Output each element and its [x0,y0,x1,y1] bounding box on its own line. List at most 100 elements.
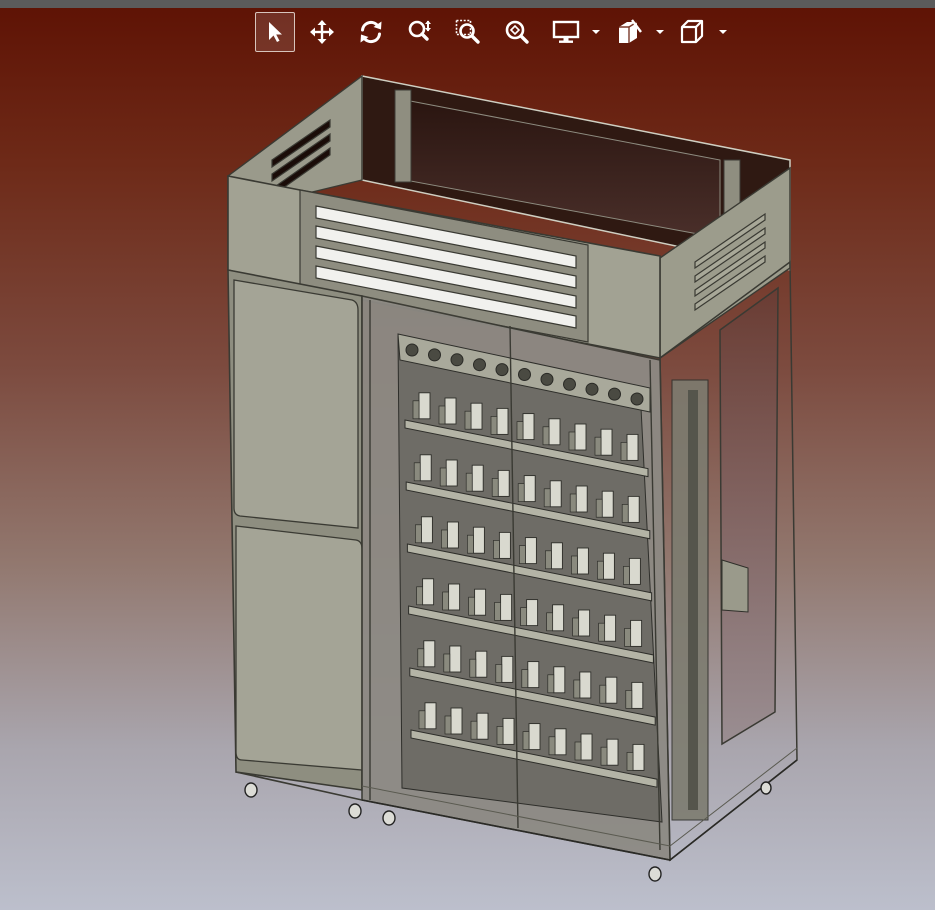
product-module-bracket [443,653,451,673]
product-module-bracket [516,421,524,440]
product-module [522,413,535,441]
chevron-down-icon [719,30,727,34]
zoom-window-tool-button[interactable] [448,12,488,52]
product-module [475,650,488,678]
product-module-bracket [415,524,422,544]
product-module-bracket [439,467,447,487]
product-module [605,676,618,704]
shelf-header-hole [518,368,531,381]
product-module-bracket [493,540,500,559]
product-module [445,459,458,487]
product-module-bracket [572,617,579,637]
product-module [419,454,432,482]
product-module [548,418,561,446]
product-module [526,599,539,627]
cube-view-icon [680,19,704,44]
shelf-header-hole [630,392,644,406]
product-module-bracket [597,560,604,580]
product-module [446,521,459,549]
display-mode-dropdown[interactable] [590,24,602,40]
3d-viewport[interactable] [0,55,935,910]
shelf-header-hole [540,372,554,386]
product-module [450,707,463,735]
view-orientation-button[interactable] [672,12,712,52]
rotate-tool-button[interactable] [351,12,391,52]
product-module [424,702,437,730]
product-module [549,480,562,508]
product-module [626,433,639,461]
product-module [528,723,541,751]
product-module-bracket [517,483,525,502]
cursor-arrow-icon [269,22,282,42]
product-module-bracket [467,534,474,554]
product-module-bracket [519,545,526,564]
left-door [227,269,363,791]
product-module-bracket [464,410,472,430]
shelf-header-hole [405,343,419,357]
product-module-bracket [573,679,581,699]
product-module [627,495,640,523]
zoom-fit-tool-button[interactable] [497,12,537,52]
product-module-bracket [417,648,425,668]
view-orientation-dropdown[interactable] [717,24,729,40]
product-module [500,593,513,621]
product-module [501,655,514,683]
product-module-bracket [594,436,602,456]
product-module-bracket [470,720,478,740]
product-module-bracket [438,405,446,425]
product-module [502,717,515,745]
product-module [630,619,643,647]
product-module-bracket [468,596,475,616]
zoom-window-icon [455,19,480,44]
product-module-bracket [521,669,529,688]
product-module [574,423,587,451]
product-module [575,485,588,513]
product-module [476,712,489,740]
display-mode-button[interactable] [546,12,586,52]
product-module [420,516,433,544]
product-module [604,614,617,642]
product-module-bracket [599,684,607,704]
product-module [472,526,485,554]
product-module [579,671,592,699]
product-module [449,645,462,673]
product-module [631,681,644,709]
shelf-header-hole [428,348,441,362]
product-module [576,547,589,575]
product-module [580,733,593,761]
section-view-icon [619,19,642,43]
rotate-icon [360,20,382,44]
section-view-dropdown[interactable] [654,24,666,40]
product-module [632,743,645,771]
right-side-frame [659,260,798,862]
shelf-header-hole [563,377,576,391]
product-module-bracket [413,462,421,482]
product-module-bracket [569,493,577,513]
product-module-bracket [621,504,629,523]
pan-tool-button[interactable] [302,12,342,52]
zoom-tool-button[interactable] [400,12,440,52]
vending-cabinet-model[interactable] [0,55,935,910]
product-module [553,666,566,694]
product-module [552,604,565,632]
product-module [606,738,619,766]
shelf-header-hole [608,387,621,401]
product-module [523,475,536,503]
product-module-bracket [623,566,630,585]
section-view-button[interactable] [609,12,649,52]
product-module-bracket [520,607,527,626]
product-module-bracket [600,746,608,766]
product-module [422,578,435,606]
product-module [554,728,567,756]
product-module-bracket [624,628,631,647]
chevron-down-icon [592,30,600,34]
product-module-bracket [490,416,498,435]
product-module [423,640,436,668]
product-module-bracket [522,731,530,750]
select-tool-button[interactable] [255,12,295,52]
product-module-bracket [574,741,582,761]
product-module [550,542,563,570]
product-module [471,464,484,492]
chevron-down-icon [656,30,664,34]
window-top-strip [0,0,935,8]
